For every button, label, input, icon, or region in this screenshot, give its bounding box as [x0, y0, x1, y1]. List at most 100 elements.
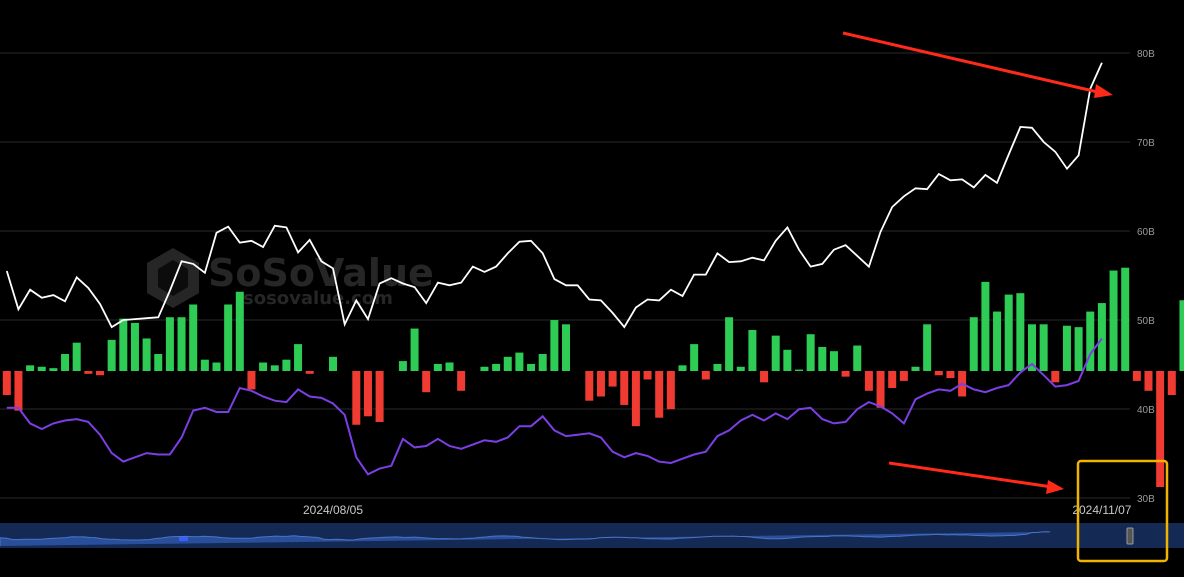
- flow-bar: [26, 365, 35, 371]
- x-tick-label: 2024/08/05: [303, 503, 363, 517]
- flow-bar: [445, 362, 454, 371]
- flow-bar: [585, 371, 594, 401]
- flow-bar: [235, 291, 244, 371]
- flow-bar: [224, 304, 233, 371]
- navigator-handle-left[interactable]: [179, 537, 188, 541]
- flow-bar: [375, 371, 384, 422]
- flow-bar: [748, 329, 757, 371]
- flow-bar: [154, 354, 163, 371]
- flow-bar: [130, 322, 139, 371]
- flow-bar: [1179, 300, 1184, 371]
- flow-bar: [1074, 327, 1083, 371]
- flow-bar: [655, 371, 664, 418]
- flow-bar: [620, 371, 629, 405]
- flow-bar: [410, 328, 419, 371]
- flow-bar: [562, 324, 570, 371]
- flow-bar: [690, 344, 699, 371]
- flow-bar: [1062, 325, 1071, 371]
- flow-bar: [1121, 267, 1130, 371]
- sosovalue-logo-icon: [147, 248, 199, 308]
- flow-bar: [329, 356, 337, 371]
- annotation-arrow-top: [842, 31, 1113, 98]
- flow-bar: [1004, 294, 1013, 371]
- flow-bar: [433, 363, 442, 371]
- flow-bar: [934, 371, 943, 376]
- flow-bar: [480, 366, 489, 371]
- x-axis: 2024/08/05 2024/11/07: [303, 503, 1132, 517]
- flow-bar: [911, 366, 920, 371]
- flow-bar: [37, 366, 46, 371]
- flow-bar: [993, 311, 1002, 371]
- flow-bar: [305, 371, 314, 374]
- flow-bar: [1097, 303, 1106, 371]
- y-tick-label: 40B: [1137, 405, 1155, 416]
- flow-bar: [550, 320, 559, 371]
- x-tick-label: 2024/11/07: [1072, 503, 1131, 517]
- flow-bar: [96, 371, 104, 376]
- flow-bar: [247, 371, 256, 390]
- flow-bar: [422, 371, 431, 393]
- flow-bar: [352, 371, 361, 425]
- flow-bar: [259, 362, 268, 371]
- flow-bar: [1016, 293, 1025, 371]
- flow-bar: [200, 359, 209, 371]
- flow-bar: [701, 371, 710, 380]
- y-tick-label: 70B: [1137, 138, 1155, 149]
- flow-bar: [795, 369, 803, 371]
- flow-bar: [783, 349, 792, 371]
- y-tick-label: 60B: [1137, 227, 1155, 238]
- flow-bar: [270, 365, 279, 371]
- flow-bar: [818, 346, 827, 371]
- flow-bar: [492, 363, 501, 371]
- flow-bar: [212, 362, 221, 371]
- flow-bar: [1132, 371, 1141, 381]
- flow-bar: [398, 361, 407, 371]
- flow-bar: [876, 371, 885, 408]
- flow-bar: [923, 324, 932, 371]
- flow-bar: [853, 345, 862, 371]
- flow-bar: [713, 363, 722, 371]
- flow-bar: [736, 366, 745, 371]
- y-tick-label: 50B: [1137, 316, 1155, 327]
- flow-bar: [725, 317, 734, 371]
- annotation-arrow-bottom: [888, 461, 1064, 494]
- y-tick-label: 30B: [1137, 494, 1155, 505]
- flow-bar: [643, 371, 652, 380]
- flow-bar: [107, 339, 116, 371]
- total-value-line: [5, 62, 1103, 329]
- flow-bar: [969, 317, 978, 371]
- flow-bar: [14, 371, 23, 411]
- flow-bar: [457, 371, 466, 391]
- flow-bar: [946, 371, 955, 379]
- flow-bar: [294, 344, 303, 371]
- flow-bar: [527, 363, 536, 371]
- flow-bar: [49, 368, 58, 371]
- flow-bar: [899, 371, 908, 381]
- flow-bar: [596, 371, 605, 397]
- etf-flow-chart: SoSoValue sosovalue.com 30B40B50B60B70B8…: [0, 31, 1184, 563]
- flow-bar: [515, 352, 524, 371]
- flow-bar: [631, 371, 640, 427]
- flow-bar: [666, 371, 675, 410]
- flow-bar: [864, 371, 873, 391]
- flow-bar: [771, 335, 780, 371]
- flow-bar: [72, 342, 81, 371]
- flow-bar: [1167, 371, 1176, 396]
- flow-bar: [1144, 371, 1153, 391]
- flow-bar: [538, 354, 547, 371]
- flow-bar: [608, 371, 617, 387]
- flow-bar: [503, 356, 512, 371]
- flow-bar: [189, 304, 198, 371]
- flow-bar: [177, 317, 186, 371]
- watermark-site: sosovalue.com: [243, 288, 393, 309]
- navigator[interactable]: [0, 523, 1184, 548]
- flow-bar: [1039, 324, 1048, 371]
- y-tick-label: 80B: [1137, 49, 1155, 60]
- flow-bar: [142, 338, 151, 371]
- navigator-handle-right[interactable]: [1126, 527, 1134, 545]
- flow-bar: [678, 365, 687, 371]
- flow-bar: [1156, 371, 1165, 488]
- flow-bar: [84, 371, 93, 374]
- flow-bar: [165, 317, 174, 371]
- flow-bar: [806, 334, 815, 371]
